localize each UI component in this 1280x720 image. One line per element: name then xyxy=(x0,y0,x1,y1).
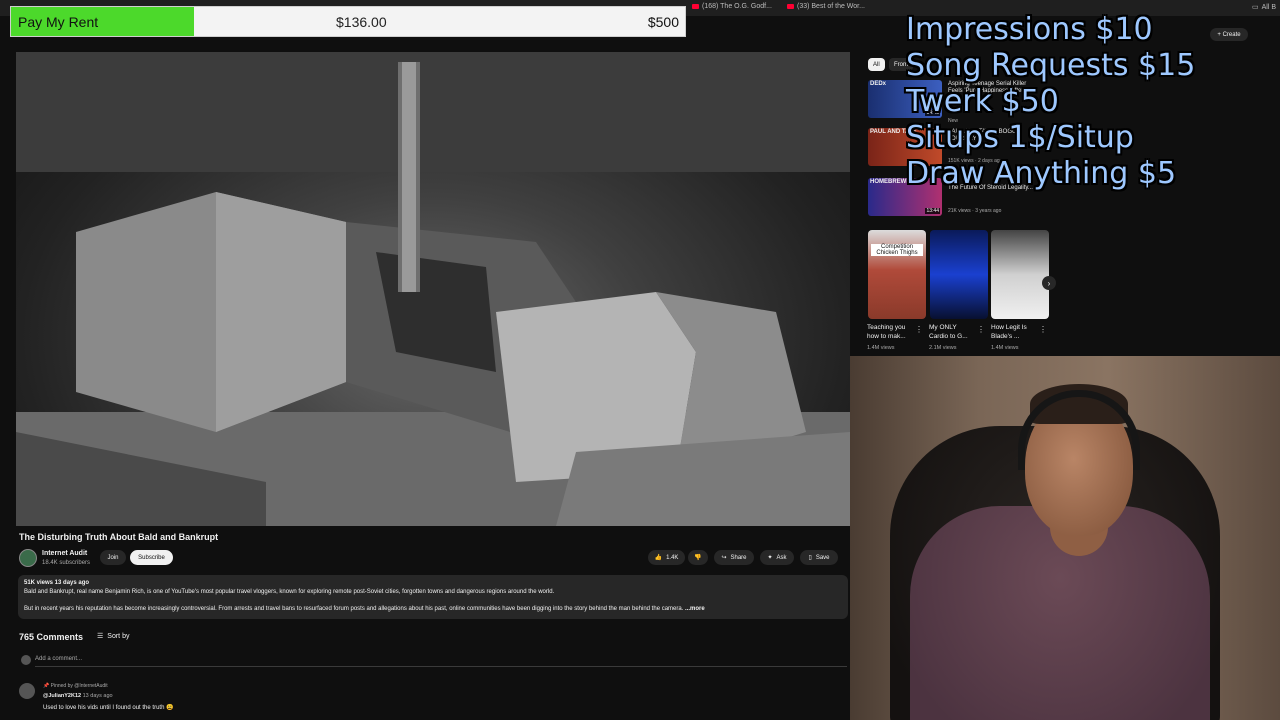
short-thumbnail[interactable]: Competition Chicken Thighs xyxy=(868,230,926,319)
price-item: Song Requests $15 xyxy=(906,48,1196,83)
more-options-icon[interactable]: ⋮ xyxy=(1039,325,1047,334)
short-overlay-text: Competition Chicken Thighs xyxy=(871,244,923,256)
join-button[interactable]: Join xyxy=(100,550,126,565)
comment-author[interactable]: @JulianY2K12 13 days ago xyxy=(43,693,113,699)
show-more-link[interactable]: ...more xyxy=(685,606,705,612)
video-title: The Disturbing Truth About Bald and Bank… xyxy=(19,532,219,542)
share-button[interactable]: ↪ Share xyxy=(714,550,754,565)
short-views: 1.4M views xyxy=(991,345,1019,351)
chevron-right-icon[interactable]: › xyxy=(1042,276,1056,290)
short-title[interactable]: How Legit Is Blade's ... xyxy=(991,323,1039,341)
more-options-icon[interactable]: ⋮ xyxy=(915,325,923,334)
sort-icon: ☰ xyxy=(97,633,104,640)
price-item: Draw Anything $5 xyxy=(906,156,1177,191)
comments-count: 765 Comments xyxy=(19,632,84,642)
sort-by-button[interactable]: ☰ Sort by xyxy=(97,632,130,641)
price-item: Situps 1$/Situp xyxy=(906,120,1134,155)
like-count: 1.4K xyxy=(666,554,679,561)
save-button[interactable]: ▯ Save xyxy=(800,550,838,565)
divider xyxy=(35,666,847,667)
short-views: 1.4M views xyxy=(867,345,895,351)
short-title[interactable]: Teaching you how to mak... xyxy=(867,323,915,341)
donation-goal-bar: Pay My Rent $136.00 $500 xyxy=(10,6,686,37)
save-label: Save xyxy=(815,554,830,561)
bookmark-icon: ▯ xyxy=(808,555,812,561)
dislike-button[interactable]: 👎 xyxy=(688,550,708,565)
duration-badge: 13:44 xyxy=(925,208,940,214)
view-count-and-date: 51K views 13 days ago xyxy=(24,580,90,586)
channel-badge: DEDx xyxy=(870,81,887,87)
pin-icon: 📌 xyxy=(43,683,50,689)
chip-all[interactable]: All xyxy=(868,58,885,71)
sparkle-icon: ✦ xyxy=(767,555,773,561)
folder-icon: ▭ xyxy=(1252,4,1259,11)
ask-label: Ask xyxy=(776,554,787,561)
thumbs-down-icon: 👎 xyxy=(694,555,702,561)
channel-avatar[interactable] xyxy=(19,549,37,567)
youtube-icon xyxy=(692,4,699,9)
price-list-overlay: Impressions $10 Song Requests $15 Twerk … xyxy=(906,12,1195,192)
pinned-label: 📌 Pinned by @InternetAudit xyxy=(43,683,108,689)
ask-button[interactable]: ✦ Ask xyxy=(760,550,794,565)
video-player[interactable] xyxy=(16,52,850,526)
share-icon: ↪ xyxy=(721,555,727,561)
short-title[interactable]: My ONLY Cardio to G... xyxy=(929,323,977,341)
channel-name[interactable]: Internet Audit xyxy=(42,550,87,557)
donation-goal-amount: $136.00 xyxy=(336,14,387,30)
like-button[interactable]: 👍 1.4K xyxy=(648,550,685,565)
subscribe-button[interactable]: Subscribe xyxy=(130,550,173,565)
sort-label: Sort by xyxy=(107,632,130,640)
comment-text: Used to love his vids until I found out … xyxy=(43,705,174,711)
browser-tab-label: All B xyxy=(1261,3,1277,11)
donation-goal-label: Pay My Rent xyxy=(18,14,99,30)
comment-author-avatar[interactable] xyxy=(19,683,35,699)
short-thumbnail[interactable] xyxy=(930,230,988,319)
recommendation-meta: 21K views · 3 years ago xyxy=(948,208,1002,214)
donation-goal-target: $500 xyxy=(647,14,679,30)
browser-tab-label: (33) Best of the Wor... xyxy=(797,3,865,10)
description-line: But in recent years his reputation has b… xyxy=(24,606,705,612)
browser-tab[interactable]: ▭ All B xyxy=(1252,3,1277,12)
youtube-icon xyxy=(787,4,794,9)
user-avatar xyxy=(21,655,31,665)
browser-tab[interactable]: (33) Best of the Wor... xyxy=(787,3,865,10)
short-thumbnail[interactable] xyxy=(991,230,1049,319)
price-item: Impressions $10 xyxy=(906,12,1153,47)
webcam-feed xyxy=(850,356,1280,720)
plus-icon: + xyxy=(1217,31,1221,38)
description-line: Bald and Bankrupt, real name Benjamin Ri… xyxy=(24,589,555,595)
browser-tab[interactable]: (168) The O.G. Godf... xyxy=(692,3,772,10)
share-label: Share xyxy=(730,554,747,561)
more-options-icon[interactable]: ⋮ xyxy=(977,325,985,334)
browser-tab-label: (168) The O.G. Godf... xyxy=(702,3,772,10)
create-button[interactable]: + Create xyxy=(1210,28,1248,41)
add-comment-input[interactable]: Add a comment... xyxy=(35,656,82,662)
video-description[interactable]: 51K views 13 days ago Bald and Bankrupt,… xyxy=(18,575,848,619)
thumbs-up-icon: 👍 xyxy=(654,555,663,561)
short-views: 2.1M views xyxy=(929,345,957,351)
price-item: Twerk $50 xyxy=(906,84,1059,119)
video-frame xyxy=(16,52,850,526)
channel-subscriber-count: 18.4K subscribers xyxy=(42,560,91,566)
